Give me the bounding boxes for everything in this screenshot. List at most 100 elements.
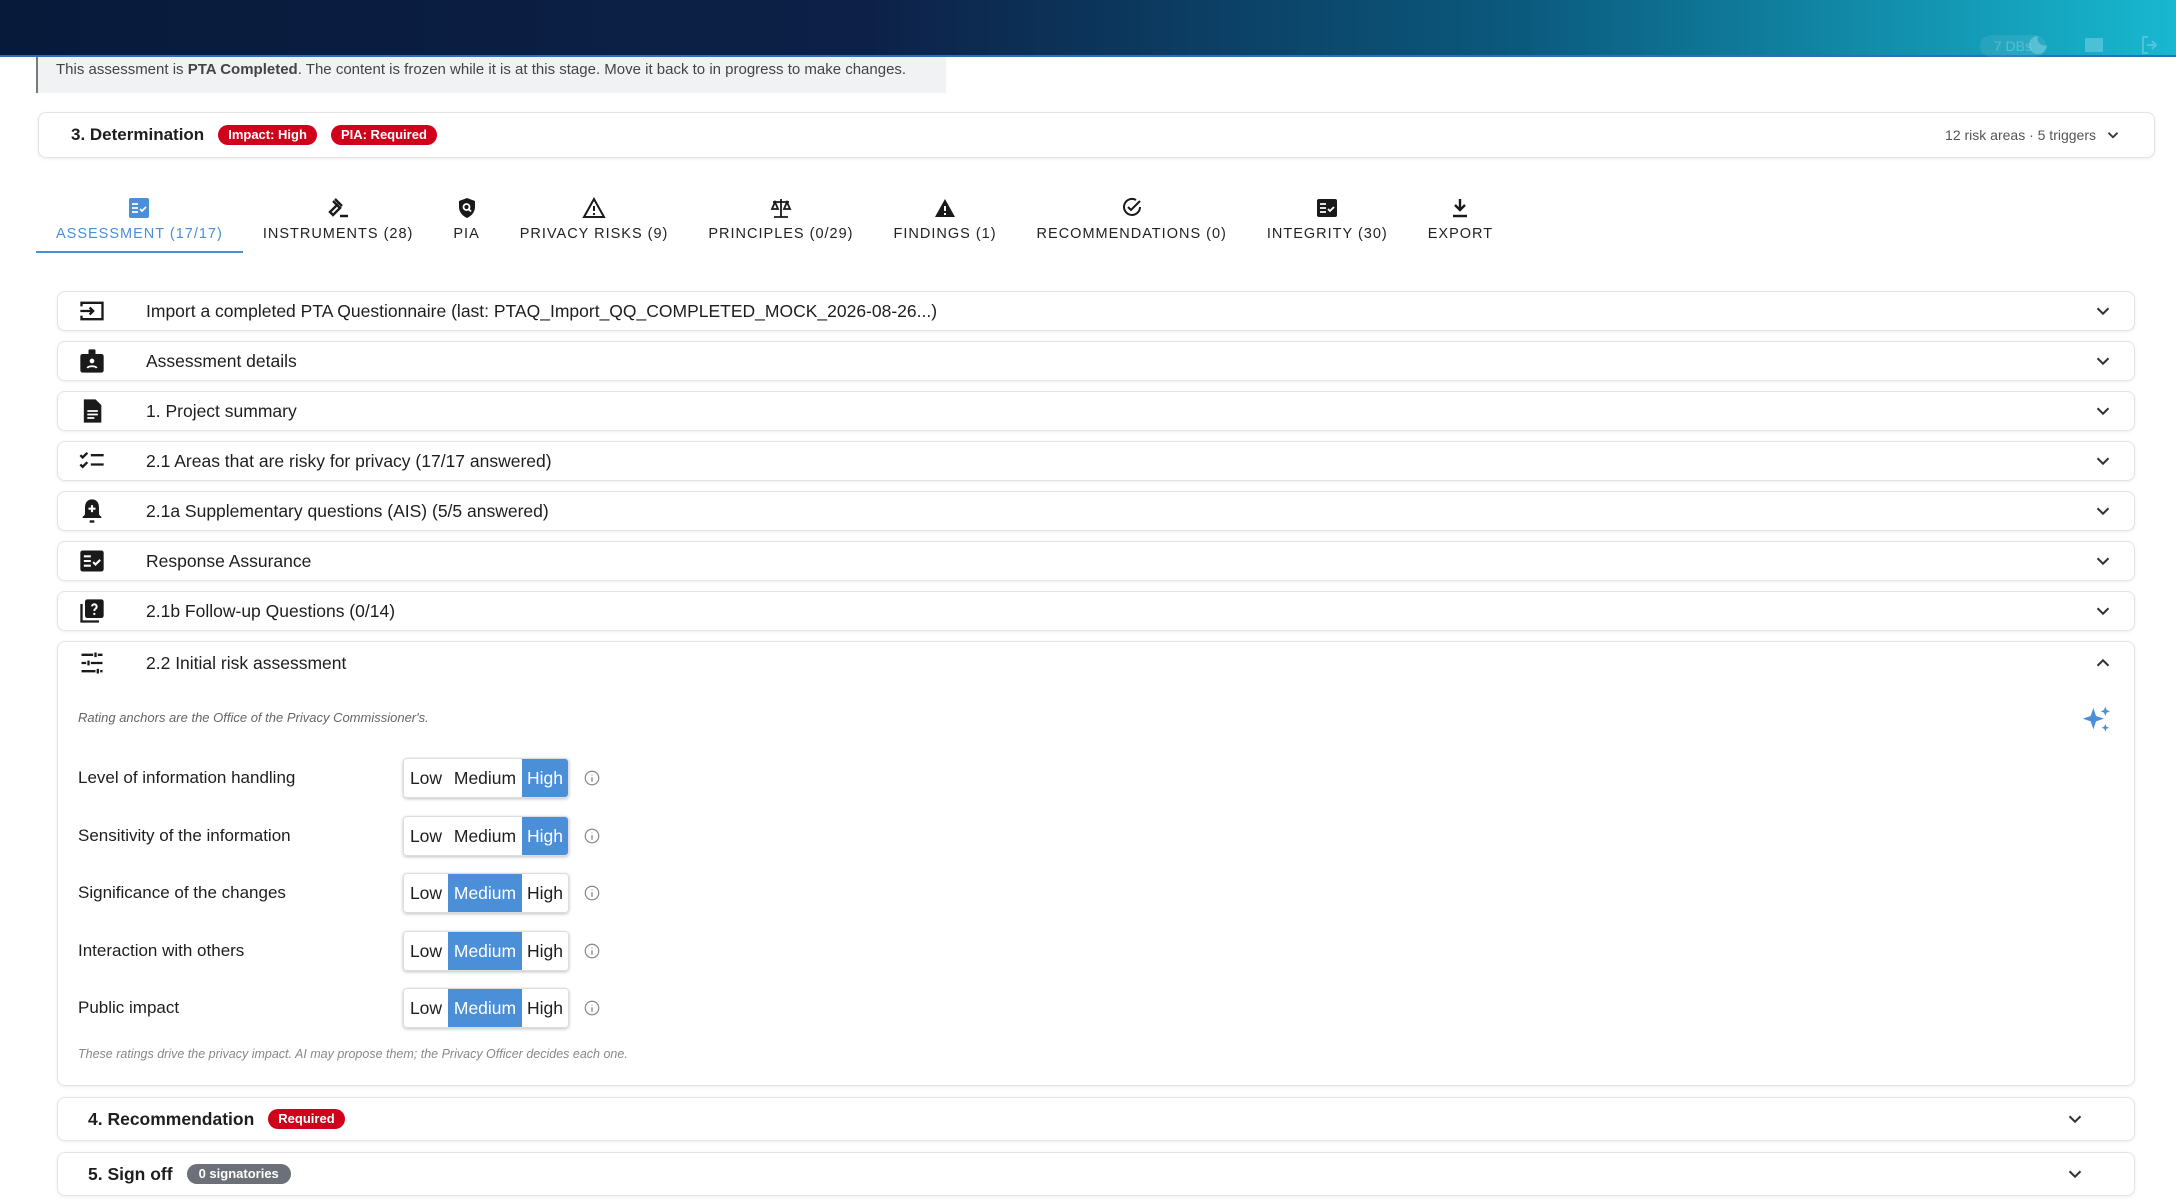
rating-option-high[interactable]: High xyxy=(522,989,568,1027)
rating-option-high[interactable]: High xyxy=(522,874,568,912)
window-icon[interactable] xyxy=(2082,33,2106,57)
accordion-follow-up[interactable]: 2.1b Follow-up Questions (0/14) xyxy=(57,591,2135,631)
chevron-down-icon[interactable] xyxy=(2092,450,2114,472)
rating-option-low[interactable]: Low xyxy=(404,874,448,912)
info-icon[interactable] xyxy=(583,884,601,902)
tab-label: RECOMMENDATIONS (0) xyxy=(1036,226,1227,242)
tab-label: PRIVACY RISKS (9) xyxy=(519,226,669,242)
bell-plus-icon xyxy=(82,499,102,523)
accordion-label: Response Assurance xyxy=(146,550,312,571)
accordion-supplementary[interactable]: 2.1a Supplementary questions (AIS) (5/5 … xyxy=(57,491,2135,531)
rating-toggle: Low Medium High xyxy=(403,988,569,1028)
rating-toggle: Low Medium High xyxy=(403,758,569,798)
logout-icon[interactable] xyxy=(2138,33,2162,57)
tab-principles[interactable]: PRINCIPLES (0/29) xyxy=(688,185,873,253)
moon-icon[interactable] xyxy=(2026,33,2050,57)
question-library-icon xyxy=(80,599,104,623)
rating-row-significance: Significance of the changes Low Medium H… xyxy=(78,873,601,913)
shield-search-icon xyxy=(458,198,475,218)
accordion-label: 2.2 Initial risk assessment xyxy=(146,652,347,673)
rating-row-information-handling: Level of information handling Low Medium… xyxy=(78,758,601,798)
chevron-down-icon[interactable] xyxy=(2092,300,2114,322)
chevron-down-icon[interactable] xyxy=(2064,1108,2086,1130)
document-icon xyxy=(83,399,102,423)
rating-option-low[interactable]: Low xyxy=(404,817,448,855)
ratings-footer-note: These ratings drive the privacy impact. … xyxy=(78,1047,628,1061)
rating-option-medium[interactable]: Medium xyxy=(448,989,522,1027)
fact-check-icon xyxy=(80,550,104,572)
accordion-assessment-details[interactable]: Assessment details xyxy=(57,341,2135,381)
tab-label: PRINCIPLES (0/29) xyxy=(708,226,854,242)
tab-instruments[interactable]: INSTRUMENTS (28) xyxy=(243,185,434,253)
accordion-label: Assessment details xyxy=(146,350,297,371)
tab-recommendations[interactable]: RECOMMENDATIONS (0) xyxy=(1017,185,1247,253)
chevron-down-icon[interactable] xyxy=(2104,126,2122,144)
signatories-chip: 0 signatories xyxy=(186,1164,291,1184)
rating-option-low[interactable]: Low xyxy=(404,932,448,970)
initial-risk-panel: 2.2 Initial risk assessment Rating ancho… xyxy=(57,641,2135,1086)
tune-icon xyxy=(81,652,103,674)
accordion-label: 2.1a Supplementary questions (AIS) (5/5 … xyxy=(146,500,549,521)
rating-label: Public impact xyxy=(78,998,180,1017)
tab-export[interactable]: EXPORT xyxy=(1408,185,1513,253)
recommendation-section[interactable]: 4. Recommendation Required xyxy=(57,1097,2135,1141)
rating-option-medium[interactable]: Medium xyxy=(448,817,522,855)
tab-label: EXPORT xyxy=(1427,226,1494,242)
checklist-icon xyxy=(129,198,150,218)
frozen-banner: This assessment is PTA Completed. The co… xyxy=(38,57,946,93)
signoff-section[interactable]: 5. Sign off 0 signatories xyxy=(57,1152,2135,1196)
tab-privacy-risks[interactable]: PRIVACY RISKS (9) xyxy=(500,185,689,253)
chevron-down-icon[interactable] xyxy=(2092,500,2114,522)
accordion-response-assurance[interactable]: Response Assurance xyxy=(57,541,2135,581)
chevron-down-icon[interactable] xyxy=(2092,600,2114,622)
rating-option-high[interactable]: High xyxy=(522,759,568,797)
accordion-risky-areas[interactable]: 2.1 Areas that are risky for privacy (17… xyxy=(57,441,2135,481)
banner-text-end: . The content is frozen while it is at t… xyxy=(297,61,907,78)
rating-option-low[interactable]: Low xyxy=(404,989,448,1027)
determination-title: 3. Determination xyxy=(71,125,205,144)
accordion-label: 1. Project summary xyxy=(146,400,297,421)
rating-option-medium[interactable]: Medium xyxy=(448,759,522,797)
accordion-project-summary[interactable]: 1. Project summary xyxy=(57,391,2135,431)
rating-option-high[interactable]: High xyxy=(522,932,568,970)
impact-chip: Impact: High xyxy=(218,125,317,145)
determination-meta: 12 risk areas · 5 triggers xyxy=(1945,126,2122,144)
chevron-down-icon[interactable] xyxy=(2092,550,2114,572)
chevron-up-icon[interactable] xyxy=(2092,652,2114,674)
initial-risk-header[interactable]: 2.2 Initial risk assessment xyxy=(58,642,2134,684)
import-icon xyxy=(80,301,104,321)
chevron-down-icon[interactable] xyxy=(2064,1163,2086,1185)
accordion-label: 2.1b Follow-up Questions (0/14) xyxy=(146,600,396,621)
rating-anchor-note: Rating anchors are the Office of the Pri… xyxy=(78,710,429,725)
info-icon[interactable] xyxy=(583,942,601,960)
accordion-import[interactable]: Import a completed PTA Questionnaire (la… xyxy=(57,291,2135,331)
tab-pia[interactable]: PIA xyxy=(433,185,499,253)
banner-text: This assessment is xyxy=(56,61,188,78)
info-icon[interactable] xyxy=(583,827,601,845)
warning-outline-icon xyxy=(582,196,606,218)
required-chip: Required xyxy=(268,1109,345,1129)
info-icon[interactable] xyxy=(583,769,601,787)
rating-option-medium[interactable]: Medium xyxy=(448,874,522,912)
rating-row-interaction: Interaction with others Low Medium High xyxy=(78,931,601,971)
rating-option-medium[interactable]: Medium xyxy=(448,932,522,970)
tab-label: PIA xyxy=(453,226,480,242)
tab-assessment[interactable]: ASSESSMENT (17/17) xyxy=(36,185,243,253)
rating-row-public-impact: Public impact Low Medium High xyxy=(78,988,601,1028)
rating-option-high[interactable]: High xyxy=(522,817,568,855)
ai-sparkle-icon[interactable] xyxy=(2080,704,2112,736)
tab-integrity[interactable]: INTEGRITY (30) xyxy=(1247,185,1408,253)
rating-label: Sensitivity of the information xyxy=(78,826,291,845)
warning-filled-icon xyxy=(935,199,956,217)
download-icon xyxy=(1453,199,1468,218)
info-icon[interactable] xyxy=(583,999,601,1017)
determination-card[interactable]: 3. Determination Impact: High PIA: Requi… xyxy=(38,112,2155,158)
accordion-label: 2.1 Areas that are risky for privacy (17… xyxy=(146,450,552,471)
rating-option-low[interactable]: Low xyxy=(404,759,448,797)
chevron-down-icon[interactable] xyxy=(2092,350,2114,372)
gavel-icon xyxy=(328,198,349,218)
rating-label: Interaction with others xyxy=(78,941,245,960)
tab-findings[interactable]: FINDINGS (1) xyxy=(874,185,1017,253)
chevron-down-icon[interactable] xyxy=(2092,400,2114,422)
accordion-label: Import a completed PTA Questionnaire (la… xyxy=(146,300,938,321)
